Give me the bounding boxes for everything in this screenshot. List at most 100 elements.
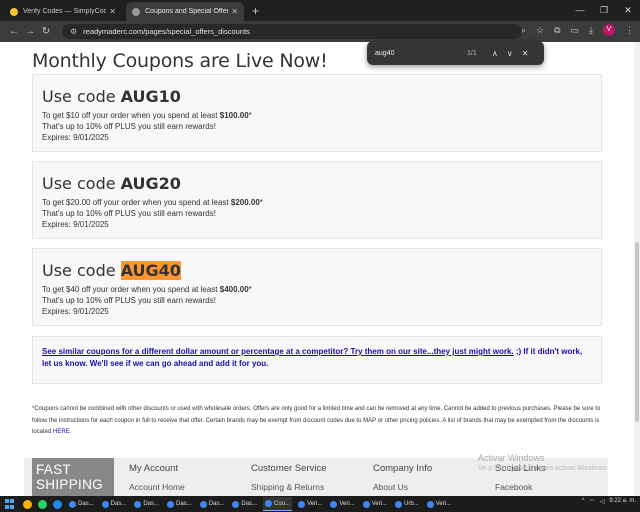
taskbar-item[interactable]: Veri... (328, 497, 356, 511)
taskbar-app-icon (69, 500, 76, 508)
coupon-prefix: Use code (42, 261, 121, 280)
threshold-amount: $400.00 (219, 285, 249, 294)
taskbar-item[interactable]: Das... (132, 497, 161, 511)
exempt-brands-link[interactable]: HERE (53, 429, 70, 435)
taskbar-item-label: Veri... (339, 501, 355, 507)
coupon-terms: To get $10 off your order when you spend… (42, 110, 592, 121)
extensions-icon[interactable]: ⧉ (554, 25, 560, 36)
taskbar-app-icon (330, 500, 338, 508)
coupon-prefix: Use code (42, 87, 121, 106)
forward-icon[interactable]: → (22, 26, 38, 37)
speaker-icon[interactable]: ◁ (600, 498, 605, 505)
address-bar[interactable]: ⚙ readymaderc.com/pages/special_offers_d… (62, 24, 522, 39)
threshold-amount: $200.00 (230, 198, 260, 207)
tab-verify-codes[interactable]: Verify Codes — SimplyCodes ✕ (4, 2, 122, 21)
taskbar-app-icon (395, 500, 403, 508)
toolbar-icons: ⌕ ☆ ⧉ ▭ ⤓ V ⋮ (521, 24, 634, 36)
footer-link-facebook[interactable]: Facebook (495, 482, 546, 492)
windows-start-icon[interactable] (5, 499, 17, 509)
find-previous-icon[interactable]: ∧ (492, 49, 498, 58)
site-favicon-icon (132, 7, 140, 16)
coupon-code: AUG20 (120, 174, 181, 193)
close-window-icon[interactable]: ✕ (616, 0, 640, 21)
taskbar-item[interactable]: Das... (67, 497, 96, 511)
windows-taskbar: Das... Das... Das... Das... Das... Das... Cou.… (0, 496, 640, 512)
taskbar-app-icon (426, 500, 434, 508)
taskbar-item[interactable]: Urb... (393, 497, 421, 511)
close-tab-icon[interactable]: ✕ (231, 7, 238, 16)
tray-chevron-icon[interactable]: ^ (582, 498, 585, 505)
find-close-icon[interactable]: ✕ (522, 49, 529, 58)
taskbar-item[interactable]: Das... (198, 497, 227, 511)
tab-coupons[interactable]: Coupons and Special Offers - r ✕ (126, 2, 244, 21)
footer-col-title: Customer Service (251, 463, 327, 474)
footer-link-account-home[interactable]: Account Home (129, 482, 185, 492)
taskbar-item[interactable]: Das... (100, 497, 129, 511)
coupon-expiry: Expires: 9/01/2025 (42, 220, 109, 229)
taskbar-item[interactable]: Veri... (425, 497, 453, 511)
taskbar-item-label: Das... (110, 501, 127, 507)
wifi-icon[interactable]: ◠ (589, 498, 594, 505)
fine-print-end: . (69, 429, 72, 435)
coupon-card-aug10: Use code AUG10 To get $10 off your order… (32, 74, 602, 152)
footer-col-title: My Account (129, 463, 179, 474)
side-panel-icon[interactable]: ▭ (571, 25, 580, 36)
bookmark-star-icon[interactable]: ☆ (536, 25, 544, 36)
profile-avatar[interactable]: V (603, 24, 615, 36)
reload-icon[interactable]: ↻ (38, 26, 54, 37)
site-info-icon[interactable]: ⚙ (70, 27, 77, 36)
coupon-code: AUG10 (120, 87, 181, 106)
threshold-amount: $100.00 (219, 111, 249, 120)
close-tab-icon[interactable]: ✕ (109, 7, 116, 16)
system-tray: ^ ◠ ◁ 9:22 a. m. (582, 498, 636, 505)
edge-icon[interactable] (53, 499, 62, 509)
coupon-title: Use code AUG10 (42, 87, 592, 106)
taskbar-item[interactable]: Das... (230, 497, 259, 511)
taskbar-item-label: Cou... (274, 500, 291, 507)
page-title: Monthly Coupons are Live Now! (32, 50, 328, 72)
menu-kebab-icon[interactable]: ⋮ (625, 25, 634, 36)
whatsapp-icon[interactable] (38, 499, 47, 509)
new-tab-button[interactable]: + (252, 2, 259, 21)
footer-link-about-us[interactable]: About Us (373, 482, 432, 492)
find-in-page-icon[interactable]: ⌕ (521, 25, 526, 36)
taskbar-item-label: Veri... (307, 501, 323, 507)
fine-print: *Coupons cannot be combined with other d… (32, 404, 602, 439)
taskbar-item-label: Das... (208, 501, 225, 507)
fine-print-text: *Coupons cannot be combined with other d… (32, 406, 601, 435)
coupon-terms: To get $40 off your order when you spend… (42, 284, 592, 295)
coupon-title: Use code AUG20 (42, 174, 592, 193)
taskbar-app-icon (134, 500, 142, 508)
minimize-icon[interactable]: — (568, 0, 592, 21)
taskbar-item[interactable]: Das... (165, 497, 194, 511)
taskbar-app-icon (101, 500, 109, 508)
find-match-count: 1/1 (467, 49, 477, 57)
taskbar-item[interactable]: Cou... (263, 497, 293, 511)
maximize-icon[interactable]: ❐ (592, 0, 616, 21)
footer-link-shipping-returns[interactable]: Shipping & Returns (251, 482, 327, 492)
back-icon[interactable]: ← (6, 26, 22, 37)
taskbar-app-icon (232, 500, 240, 508)
taskbar-app-icon (167, 500, 175, 508)
download-icon[interactable]: ⤓ (589, 25, 593, 36)
find-input[interactable]: aug40 (375, 50, 455, 57)
clock[interactable]: 9:22 a. m. (609, 498, 636, 505)
taskbar-app-icon (298, 500, 306, 508)
simplycodes-favicon-icon (10, 7, 18, 16)
scrollbar-thumb[interactable] (635, 242, 639, 422)
find-next-icon[interactable]: ∨ (507, 49, 513, 58)
competitor-coupons-link[interactable]: See similar coupons for a different doll… (42, 347, 514, 356)
browser-toolbar: ← → ↻ ⚙ readymaderc.com/pages/special_of… (0, 21, 640, 42)
taskbar-item[interactable]: Veri... (361, 497, 389, 511)
asterisk: * (248, 285, 252, 294)
taskbar-app-icon (265, 500, 273, 507)
taskbar-item[interactable]: Veri... (296, 497, 324, 511)
taskbar-item-label: Das... (78, 501, 94, 507)
chrome-canary-icon[interactable] (23, 499, 32, 509)
taskbar-app-icon (199, 500, 207, 508)
page-scrollbar[interactable] (634, 42, 640, 496)
windows-activation-watermark: Activar Windows Ve a Configuración para … (478, 453, 608, 472)
footer-col-customer-service: Customer Service Shipping & Returns (251, 463, 327, 492)
find-bar: aug40 1/1 ∧ ∨ ✕ (367, 41, 544, 65)
competitor-coupon-notice: See similar coupons for a different doll… (32, 336, 602, 384)
